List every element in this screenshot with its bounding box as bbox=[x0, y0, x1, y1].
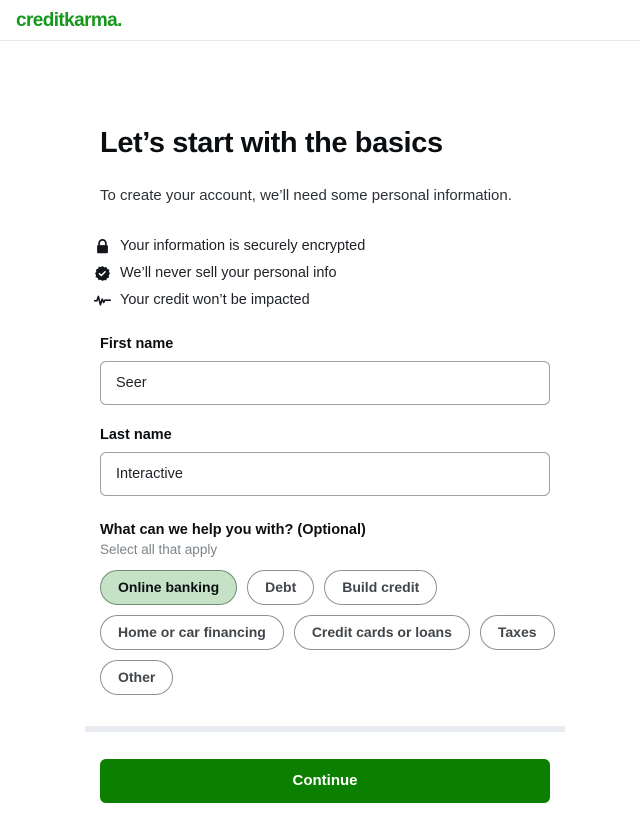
chip-other[interactable]: Other bbox=[100, 660, 173, 695]
last-name-label: Last name bbox=[100, 427, 550, 443]
page-body: Let’s start with the basics To create yo… bbox=[0, 41, 640, 803]
chip-build-credit[interactable]: Build credit bbox=[324, 570, 437, 605]
help-topics-chip-group: Online banking Debt Build credit Home or… bbox=[100, 570, 560, 695]
chip-home-or-car-financing[interactable]: Home or car financing bbox=[100, 615, 284, 650]
lock-icon bbox=[88, 239, 116, 254]
section-divider bbox=[85, 726, 565, 732]
page-title: Let’s start with the basics bbox=[100, 41, 550, 161]
first-name-label: First name bbox=[100, 336, 550, 352]
assurance-item-label: We’ll never sell your personal info bbox=[120, 265, 337, 281]
continue-button[interactable]: Continue bbox=[100, 759, 550, 803]
logo-period: . bbox=[117, 10, 122, 31]
assurance-item-privacy: We’ll never sell your personal info bbox=[88, 260, 550, 287]
logo-wordmark: creditkarma bbox=[16, 10, 117, 31]
verified-badge-icon bbox=[88, 266, 116, 281]
chip-credit-cards-or-loans[interactable]: Credit cards or loans bbox=[294, 615, 470, 650]
pulse-icon bbox=[88, 294, 116, 307]
app-header: creditkarma. bbox=[0, 0, 640, 41]
chip-taxes[interactable]: Taxes bbox=[480, 615, 555, 650]
field-first-name: First name bbox=[100, 336, 550, 405]
first-name-input[interactable] bbox=[100, 361, 550, 405]
chip-online-banking[interactable]: Online banking bbox=[100, 570, 237, 605]
assurance-item-label: Your credit won’t be impacted bbox=[120, 292, 310, 308]
help-topics-section: What can we help you with? (Optional) Se… bbox=[100, 522, 550, 695]
help-topics-title: What can we help you with? (Optional) bbox=[100, 522, 550, 538]
signup-form-container: Let’s start with the basics To create yo… bbox=[100, 41, 550, 803]
assurance-list: Your information is securely encrypted W… bbox=[88, 233, 550, 314]
last-name-input[interactable] bbox=[100, 452, 550, 496]
page-subtitle: To create your account, we’ll need some … bbox=[100, 185, 550, 206]
creditkarma-logo[interactable]: creditkarma. bbox=[16, 11, 122, 30]
assurance-item-encryption: Your information is securely encrypted bbox=[88, 233, 550, 260]
cta-container: Continue bbox=[100, 759, 550, 803]
help-topics-hint: Select all that apply bbox=[100, 542, 550, 557]
assurance-item-credit-impact: Your credit won’t be impacted bbox=[88, 287, 550, 314]
chip-debt[interactable]: Debt bbox=[247, 570, 314, 605]
assurance-item-label: Your information is securely encrypted bbox=[120, 238, 365, 254]
field-last-name: Last name bbox=[100, 427, 550, 496]
